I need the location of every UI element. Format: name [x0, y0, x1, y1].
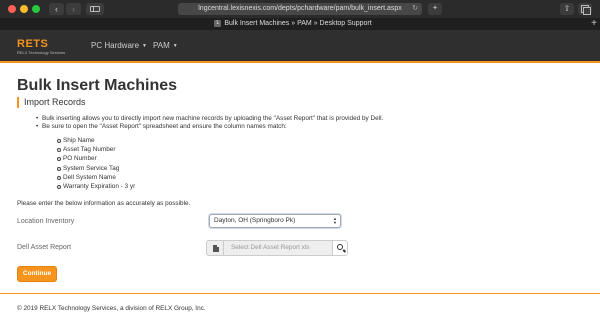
search-button[interactable] [332, 240, 348, 256]
logo-subtitle: RELX Technology Services [17, 50, 66, 55]
new-tab-button[interactable]: + [591, 18, 597, 30]
list-item: Warranty Expiration - 3 yr [57, 182, 135, 191]
back-button[interactable]: ‹ [49, 3, 64, 15]
caret-down-icon: ▼ [142, 43, 147, 49]
tab-strip: L Bulk Insert Machines » PAM » Desktop Su… [0, 18, 600, 30]
list-item: System Service Tag [57, 164, 135, 173]
logo-text: RETS [17, 38, 49, 50]
list-item: Bulk inserting allows you to directly im… [36, 115, 383, 123]
forward-button[interactable]: › [66, 3, 81, 15]
address-bar[interactable]: lngcentral.lexisnexis.com/depts/pchardwa… [178, 3, 422, 15]
close-window-button[interactable] [8, 5, 16, 13]
active-tab[interactable]: L Bulk Insert Machines » PAM » Desktop Su… [0, 18, 586, 30]
location-select[interactable]: Dayton, OH (Springboro Pk) ▲ ▼ [209, 214, 341, 228]
caret-down-icon: ▼ [172, 43, 178, 49]
list-item: Ship Name [57, 136, 135, 145]
instructions-text: Please enter the below information as ac… [17, 200, 191, 207]
browser-toolbar: ‹ › lngcentral.lexisnexis.com/depts/pcha… [0, 0, 600, 30]
file-browse-button[interactable] [206, 240, 224, 256]
footer-copyright: © 2019 RELX Technology Services, a divis… [17, 305, 206, 312]
minimize-window-button[interactable] [20, 5, 28, 13]
list-item: Be sure to open the "Asset Report" sprea… [36, 123, 383, 131]
nav-pam[interactable]: PAM ▼ [153, 40, 178, 52]
location-label: Location Inventory [17, 218, 75, 225]
column-names-list: Ship Name Asset Tag Number PO Number Sys… [57, 136, 135, 191]
section-header: Import Records [17, 97, 86, 108]
list-item: Asset Tag Number [57, 145, 135, 154]
zoom-window-button[interactable] [32, 5, 40, 13]
favicon-icon: L [214, 19, 222, 27]
footer-divider [0, 293, 600, 294]
tab-title: Bulk Insert Machines » PAM » Desktop Sup… [224, 20, 372, 27]
sidebar-icon [90, 6, 100, 12]
continue-button[interactable]: Continue [17, 266, 57, 282]
list-item: Dell System Name [57, 173, 135, 182]
nav-pam-label: PAM [153, 41, 170, 51]
tab-overview-button[interactable] [578, 3, 592, 15]
reload-icon[interactable]: ↻ [412, 3, 418, 15]
share-button[interactable]: ⇧ [560, 3, 574, 15]
site-logo[interactable]: RETS RELX Technology Services [17, 39, 65, 56]
sidebar-toggle-button[interactable] [86, 3, 104, 15]
nav-pc-hardware[interactable]: PC Hardware ▼ [91, 40, 147, 52]
location-value: Dayton, OH (Springboro Pk) [214, 217, 296, 224]
nav-pc-hardware-label: PC Hardware [91, 41, 140, 51]
page-title: Bulk Insert Machines [17, 77, 178, 94]
file-icon [213, 245, 219, 252]
url-text: lngcentral.lexisnexis.com/depts/pchardwa… [198, 5, 402, 12]
dell-report-label: Dell Asset Report [17, 244, 72, 251]
search-icon [337, 244, 343, 250]
info-list: Bulk inserting allows you to directly im… [36, 115, 383, 131]
select-arrows-icon: ▲ ▼ [333, 216, 337, 225]
list-item: PO Number [57, 154, 135, 163]
file-path-input[interactable]: Select Dell Asset Report xls [224, 240, 332, 256]
site-navbar: RETS RELX Technology Services PC Hardwar… [0, 30, 600, 63]
extension-icon[interactable]: ✦ [428, 3, 442, 15]
